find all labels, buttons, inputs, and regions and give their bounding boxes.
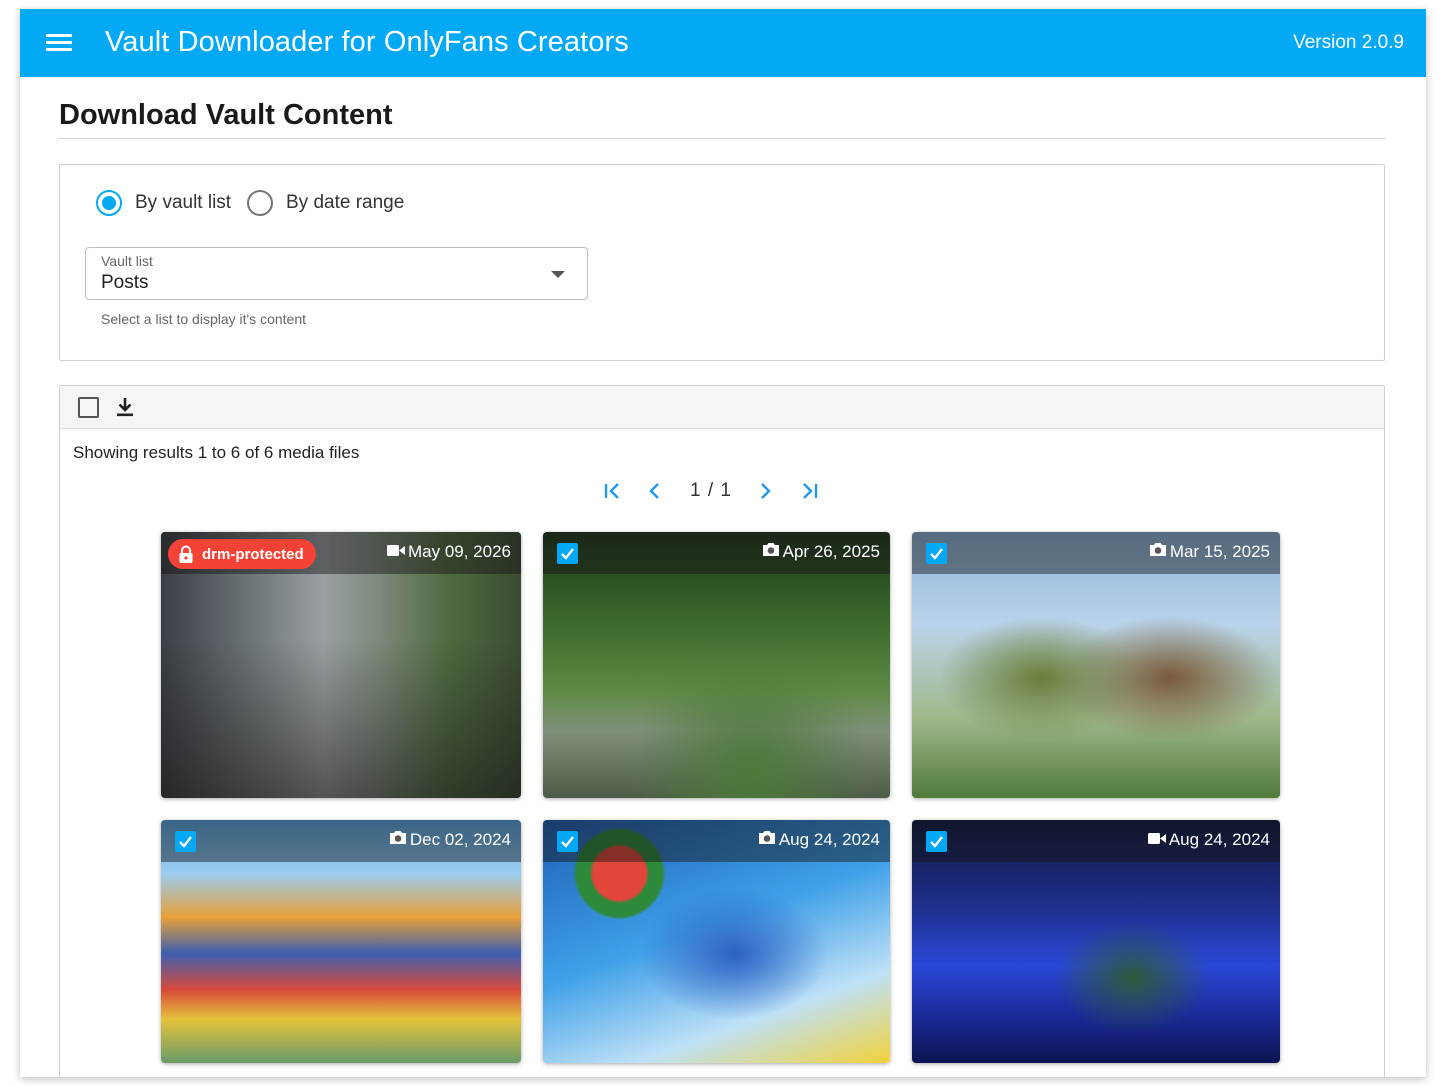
media-date: Aug 24, 2024 (758, 830, 880, 850)
results-toolbar (60, 386, 1384, 429)
video-icon (386, 542, 405, 562)
media-checkbox[interactable] (557, 831, 578, 852)
vault-list-select[interactable]: Vault list Posts (85, 247, 588, 300)
next-page-icon[interactable] (752, 478, 778, 504)
camera-icon (762, 542, 780, 562)
radio-checked-icon (96, 190, 122, 216)
results-panel: Showing results 1 to 6 of 6 media files … (59, 385, 1385, 1077)
media-tile[interactable]: Apr 26, 2025 (543, 532, 890, 798)
radio-by-vault-list[interactable]: By vault list (96, 190, 231, 216)
camera-icon (389, 830, 407, 850)
media-tile[interactable]: Aug 24, 2024 (543, 820, 890, 1063)
menu-icon[interactable] (46, 33, 74, 53)
media-date-text: May 09, 2026 (407, 542, 511, 561)
app-bar: Vault Downloader for OnlyFans Creators V… (20, 9, 1426, 77)
drm-badge-label: drm-protected (202, 545, 304, 563)
lock-icon (179, 545, 193, 563)
media-checkbox[interactable] (926, 831, 947, 852)
radio-by-date-range[interactable]: By date range (247, 190, 404, 216)
page-title: Download Vault Content (59, 99, 393, 131)
media-tile[interactable]: Aug 24, 2024 (912, 820, 1280, 1063)
media-date: Mar 15, 2025 (1149, 542, 1270, 562)
camera-icon (1149, 542, 1167, 562)
media-date: Apr 26, 2025 (762, 542, 880, 562)
media-date-text: Mar 15, 2025 (1169, 542, 1270, 561)
previous-page-icon[interactable] (642, 478, 668, 504)
filter-panel: By vault list By date range Vault list P… (59, 164, 1385, 361)
caret-down-icon (551, 271, 565, 278)
media-tile[interactable]: drm-protected May 09, 2026 (161, 532, 521, 798)
pagination: 1 / 1 (60, 476, 1384, 506)
page-indicator: 1 / 1 (690, 480, 732, 501)
select-value: Posts (101, 272, 149, 293)
app-version: Version 2.0.9 (1293, 32, 1404, 53)
radio-unchecked-icon (247, 190, 273, 216)
media-date: Dec 02, 2024 (389, 830, 511, 850)
check-icon (179, 836, 192, 848)
media-date-text: Aug 24, 2024 (778, 830, 880, 849)
media-tile[interactable]: Mar 15, 2025 (912, 532, 1280, 798)
select-hint: Select a list to display it's content (101, 311, 306, 327)
media-date: May 09, 2026 (386, 542, 511, 562)
drm-badge: drm-protected (168, 539, 316, 569)
check-icon (561, 548, 574, 560)
divider (59, 138, 1385, 139)
app-window: Vault Downloader for OnlyFans Creators V… (20, 9, 1426, 1077)
media-tile[interactable]: Dec 02, 2024 (161, 820, 521, 1063)
media-date-text: Dec 02, 2024 (409, 830, 511, 849)
media-date: Aug 24, 2024 (1147, 830, 1270, 850)
select-all-checkbox[interactable] (78, 397, 99, 418)
radio-label: By date range (286, 192, 405, 213)
download-icon[interactable] (115, 395, 135, 419)
select-label: Vault list (101, 253, 153, 269)
check-icon (930, 836, 943, 848)
check-icon (930, 548, 943, 560)
media-checkbox[interactable] (175, 831, 196, 852)
last-page-icon[interactable] (796, 478, 822, 504)
check-icon (561, 836, 574, 848)
camera-icon (758, 830, 776, 850)
radio-label: By vault list (135, 192, 232, 213)
video-icon (1147, 830, 1166, 850)
media-checkbox[interactable] (926, 543, 947, 564)
app-title: Vault Downloader for OnlyFans Creators (105, 26, 629, 58)
media-date-text: Aug 24, 2024 (1168, 830, 1270, 849)
media-date-text: Apr 26, 2025 (782, 542, 880, 561)
results-summary: Showing results 1 to 6 of 6 media files (73, 443, 360, 462)
media-checkbox[interactable] (557, 543, 578, 564)
first-page-icon[interactable] (600, 478, 626, 504)
